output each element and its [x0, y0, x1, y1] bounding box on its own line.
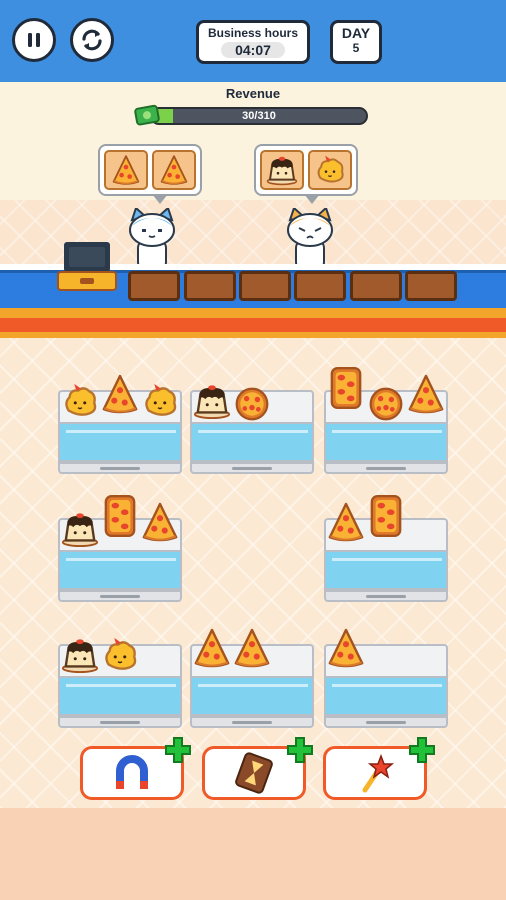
order-bubble-blue-cat	[98, 144, 202, 196]
pizza-round-icon[interactable]	[368, 386, 404, 422]
counter-slot[interactable]	[184, 271, 236, 301]
shelf-base	[324, 590, 448, 602]
shelf-glass	[324, 550, 448, 590]
business-hours-card: Business hours 04:07	[196, 20, 310, 64]
shelf-glass	[324, 676, 448, 716]
display-shelf[interactable]	[324, 644, 448, 728]
counter-slot[interactable]	[294, 271, 346, 301]
blue-cat-customer	[129, 208, 175, 271]
pizza-square-icon[interactable]	[329, 364, 363, 412]
hourglass-icon	[235, 752, 273, 794]
day-label: DAY	[341, 25, 371, 41]
shelf-base	[58, 590, 182, 602]
shelf-base	[58, 716, 182, 728]
bottom-area	[0, 808, 506, 900]
display-shelf[interactable]	[324, 390, 448, 474]
counter-slot[interactable]	[128, 271, 180, 301]
cash-register-icon	[57, 242, 117, 291]
pizza-slice-icon[interactable]	[327, 500, 365, 544]
display-shelf[interactable]	[190, 390, 314, 474]
add-magic-wand-plus-icon[interactable]	[408, 736, 436, 764]
shelf-glass	[190, 422, 314, 462]
display-shelf[interactable]	[324, 518, 448, 602]
bubble-tail	[152, 194, 168, 204]
business-hours-label: Business hours	[207, 26, 299, 40]
pizza-round-icon[interactable]	[234, 386, 270, 422]
magic-wand-icon	[362, 753, 395, 793]
shelf-glass	[58, 676, 182, 716]
magnet-icon	[116, 755, 148, 789]
pizza-slice-icon	[159, 154, 189, 186]
business-hours-timer: 04:07	[221, 42, 285, 58]
pizza-square-icon[interactable]	[369, 492, 403, 540]
refresh-icon	[82, 29, 102, 51]
counter-stripe	[0, 308, 506, 318]
shelf-glass	[58, 422, 182, 462]
shelf-base	[324, 462, 448, 474]
add-magnet-plus-icon[interactable]	[164, 736, 192, 764]
pudding-icon[interactable]	[61, 510, 99, 548]
shelf-base	[324, 716, 448, 728]
shelf-base	[58, 462, 182, 474]
shelf-glass	[190, 676, 314, 716]
revenue-progress-text: 30/310	[242, 110, 276, 122]
shelf-glass	[58, 550, 182, 590]
shelf-base	[190, 462, 314, 474]
pizza-slice-icon[interactable]	[101, 372, 139, 416]
pizza-square-icon[interactable]	[103, 492, 137, 540]
order-bubble-orange-cat	[254, 144, 358, 196]
pause-icon	[28, 33, 40, 47]
pizza-slice-icon[interactable]	[193, 626, 231, 670]
order-tile	[104, 150, 148, 190]
pudding-icon[interactable]	[193, 382, 231, 420]
cash-icon	[134, 104, 160, 126]
counter-slot[interactable]	[350, 271, 402, 301]
order-tile	[152, 150, 196, 190]
pudding-icon[interactable]	[61, 636, 99, 674]
pizza-slice-icon[interactable]	[407, 372, 445, 416]
nugget-icon[interactable]	[141, 382, 179, 420]
pizza-slice-icon[interactable]	[141, 500, 179, 544]
order-tile	[260, 150, 304, 190]
counter-stripe	[0, 318, 506, 332]
restart-button[interactable]	[70, 18, 114, 62]
bubble-tail	[304, 194, 320, 204]
nugget-icon[interactable]	[101, 636, 139, 674]
display-shelf[interactable]	[190, 644, 314, 728]
day-card: DAY 5	[330, 20, 382, 64]
revenue-label: Revenue	[225, 86, 281, 101]
pause-button[interactable]	[12, 18, 56, 62]
pizza-slice-icon	[111, 154, 141, 186]
shelf-base	[190, 716, 314, 728]
display-shelf[interactable]	[58, 390, 182, 474]
orange-cat-customer	[287, 208, 333, 271]
display-shelf[interactable]	[58, 644, 182, 728]
nugget-icon	[314, 154, 346, 186]
pudding-icon	[266, 154, 298, 186]
counter-slot[interactable]	[239, 271, 291, 301]
order-tile	[308, 150, 352, 190]
counter-slot[interactable]	[405, 271, 457, 301]
add-hourglass-plus-icon[interactable]	[286, 736, 314, 764]
nugget-icon[interactable]	[61, 382, 99, 420]
day-number: 5	[352, 41, 360, 55]
pizza-slice-icon[interactable]	[327, 626, 365, 670]
shelf-glass	[324, 422, 448, 462]
display-shelf[interactable]	[58, 518, 182, 602]
pizza-slice-icon[interactable]	[233, 626, 271, 670]
